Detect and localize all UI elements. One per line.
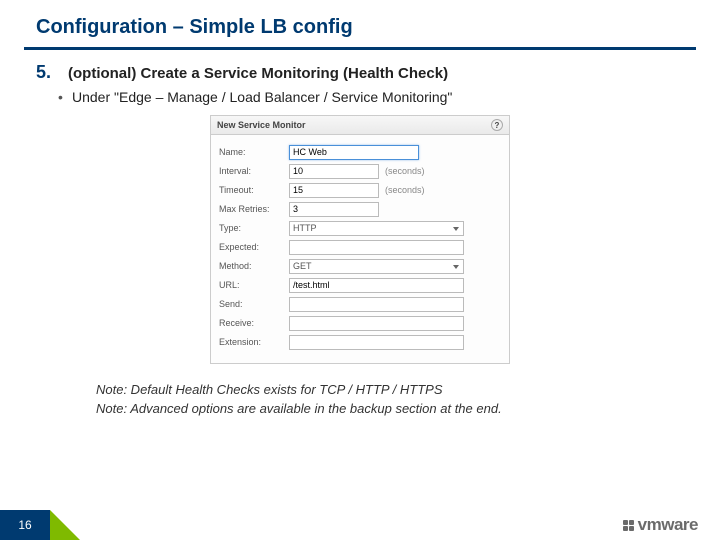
expected-field[interactable] <box>289 240 464 255</box>
page-number: 16 <box>0 510 50 540</box>
label-receive: Receive: <box>219 318 289 328</box>
label-extension: Extension: <box>219 337 289 347</box>
nav-path-bullet: Under "Edge – Manage / Load Balancer / S… <box>36 83 684 115</box>
interval-field[interactable] <box>289 164 379 179</box>
dialog-body: Name: Interval: (seconds) Timeout: (seco… <box>211 135 509 363</box>
footer: 16 vmware <box>0 510 720 540</box>
label-url: URL: <box>219 280 289 290</box>
label-expected: Expected: <box>219 242 289 252</box>
step-line: 5. (optional) Create a Service Monitorin… <box>36 62 684 83</box>
slide-title: Configuration – Simple LB config <box>0 0 720 47</box>
notes-block: Note: Default Health Checks exists for T… <box>36 364 684 416</box>
dialog-titlebar: New Service Monitor ? <box>211 116 509 135</box>
label-maxretries: Max Retries: <box>219 204 289 214</box>
accent-triangle-icon <box>50 510 80 540</box>
label-send: Send: <box>219 299 289 309</box>
send-field[interactable] <box>289 297 464 312</box>
url-field[interactable] <box>289 278 464 293</box>
label-type: Type: <box>219 223 289 233</box>
timeout-unit: (seconds) <box>385 185 425 195</box>
method-value: GET <box>293 261 312 271</box>
label-interval: Interval: <box>219 166 289 176</box>
type-select[interactable]: HTTP <box>289 221 464 236</box>
label-name: Name: <box>219 147 289 157</box>
step-text: (optional) Create a Service Monitoring (… <box>68 65 448 82</box>
receive-field[interactable] <box>289 316 464 331</box>
name-field[interactable] <box>289 145 419 160</box>
vmware-logo: vmware <box>623 510 720 540</box>
timeout-field[interactable] <box>289 183 379 198</box>
type-value: HTTP <box>293 223 317 233</box>
help-icon[interactable]: ? <box>491 119 503 131</box>
dialog-screenshot: New Service Monitor ? Name: Interval: (s… <box>210 115 510 364</box>
note-2: Note: Advanced options are available in … <box>96 401 684 416</box>
method-select[interactable]: GET <box>289 259 464 274</box>
maxretries-field[interactable] <box>289 202 379 217</box>
logo-text: vmware <box>638 515 698 535</box>
step-number: 5. <box>36 62 58 83</box>
label-timeout: Timeout: <box>219 185 289 195</box>
note-1: Note: Default Health Checks exists for T… <box>96 382 684 397</box>
dialog-title: New Service Monitor <box>217 120 306 130</box>
extension-field[interactable] <box>289 335 464 350</box>
interval-unit: (seconds) <box>385 166 425 176</box>
label-method: Method: <box>219 261 289 271</box>
content-area: 5. (optional) Create a Service Monitorin… <box>0 50 720 416</box>
logo-boxes-icon <box>623 520 634 531</box>
